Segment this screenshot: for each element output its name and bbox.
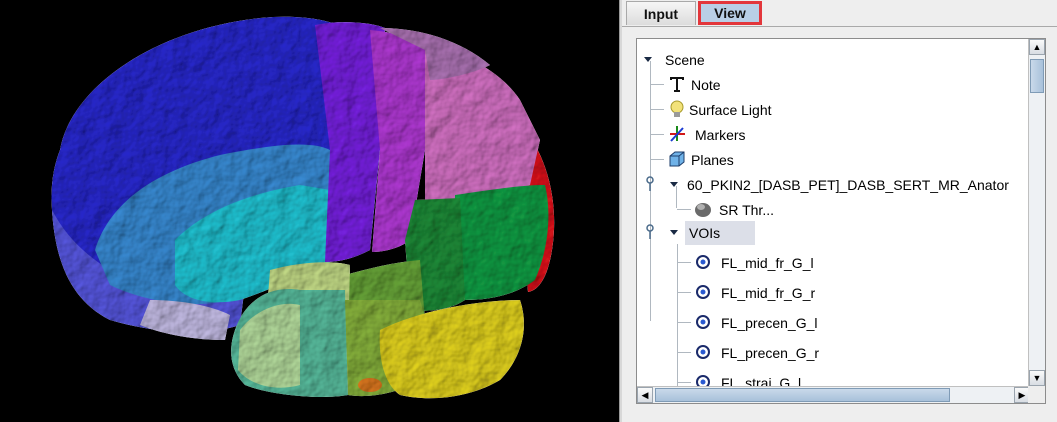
vertical-scrollbar[interactable]: ▲ ▼ xyxy=(1028,39,1045,386)
tree-node-label: FL_mid_fr_G_l xyxy=(721,255,814,272)
vertical-scroll-thumb[interactable] xyxy=(1030,59,1044,93)
tree-guide-line xyxy=(650,159,664,160)
tree-guide-line xyxy=(650,134,664,135)
cube-planes-icon xyxy=(669,151,685,167)
dataset-node-icon xyxy=(646,176,654,191)
tab-bar: Input View xyxy=(622,0,1057,27)
axes-markers-icon xyxy=(670,126,685,142)
side-panel: Input View Scene Note Surface Light Mark… xyxy=(622,0,1057,422)
expand-toggle-icon[interactable] xyxy=(643,54,653,64)
folder-node-icon xyxy=(646,224,654,239)
tree-node-label: Planes xyxy=(691,152,734,169)
scroll-up-button[interactable]: ▲ xyxy=(1029,39,1045,55)
text-note-icon xyxy=(670,77,684,92)
tree-node-label: Markers xyxy=(695,127,746,144)
voi-icon xyxy=(696,315,710,329)
tree-node-label: VOIs xyxy=(685,221,755,246)
tab-view[interactable]: View xyxy=(698,1,762,25)
tree-guide-line xyxy=(677,352,691,353)
tree-node-label: Scene xyxy=(665,52,705,69)
tree-node-surface-render[interactable]: SR Thr... xyxy=(693,197,774,221)
surface-render-icon xyxy=(695,203,711,217)
voi-icon xyxy=(696,345,710,359)
light-bulb-icon xyxy=(670,100,684,117)
tree-node-voi[interactable]: FL_mid_fr_G_l xyxy=(693,250,814,274)
tree-node-label: FL_precen_G_r xyxy=(721,345,820,362)
tree-guide-line xyxy=(677,209,691,210)
scroll-corner xyxy=(1028,386,1045,403)
scene-tree[interactable]: Scene Note Surface Light Markers Planes … xyxy=(636,38,1046,404)
tree-node-markers[interactable]: Markers xyxy=(667,122,746,146)
tree-node-voi[interactable]: FL_precen_G_l xyxy=(693,310,818,334)
voi-icon xyxy=(696,285,710,299)
tree-guide-line xyxy=(677,262,691,263)
voi-icon xyxy=(696,255,710,269)
tab-divider xyxy=(622,26,1057,27)
3d-render-viewport[interactable] xyxy=(0,0,619,422)
tree-guide-line xyxy=(650,109,664,110)
tree-node-label: FL_precen_G_l xyxy=(721,315,818,332)
scroll-left-button[interactable]: ◀ xyxy=(637,387,653,403)
expand-toggle-icon[interactable] xyxy=(669,179,679,189)
expand-toggle-icon[interactable] xyxy=(669,227,679,237)
tree-node-voi[interactable]: FL_precen_G_r xyxy=(693,340,819,364)
tree-node-scene[interactable]: Scene xyxy=(641,47,705,71)
tree-node-label: Note xyxy=(691,77,721,94)
tree-node-label: Surface Light xyxy=(689,102,772,119)
tree-node-planes[interactable]: Planes xyxy=(667,147,734,171)
tree-node-voi[interactable]: FL_mid_fr_G_r xyxy=(693,280,815,304)
horizontal-scroll-thumb[interactable] xyxy=(655,388,950,402)
tree-guide-line xyxy=(677,244,678,386)
tree-node-label: FL_mid_fr_G_r xyxy=(721,285,816,302)
tree-node-label: SR Thr... xyxy=(719,202,774,219)
tree-guide-line xyxy=(650,84,664,85)
brain-surface-render[interactable] xyxy=(0,0,619,422)
tree-node-dataset[interactable]: 60_PKIN2_[DASB_PET]_DASB_SERT_MR_Anator xyxy=(641,172,1009,196)
tree-node-label: 60_PKIN2_[DASB_PET]_DASB_SERT_MR_Anator xyxy=(687,177,1009,194)
tree-guide-line xyxy=(677,322,691,323)
tab-input[interactable]: Input xyxy=(626,1,696,25)
tree-guide-line xyxy=(677,292,691,293)
bottom-toolbar xyxy=(622,410,1057,422)
tree-node-vois[interactable]: VOIs xyxy=(641,220,755,246)
tree-node-surface-light[interactable]: Surface Light xyxy=(667,97,772,121)
scroll-down-button[interactable]: ▼ xyxy=(1029,370,1045,386)
horizontal-scrollbar[interactable]: ◀ ▶ xyxy=(637,386,1030,403)
tree-guide-line xyxy=(677,382,691,383)
tree-node-note[interactable]: Note xyxy=(667,72,721,96)
